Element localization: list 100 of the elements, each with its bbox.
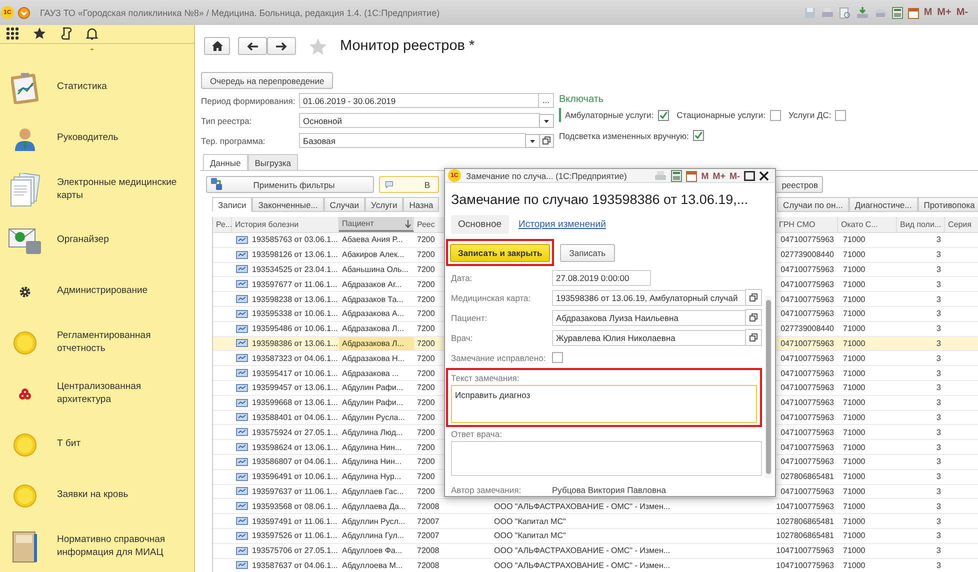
table-cell-text: Абдразаков Аг... [341,278,403,291]
table-cell: 193587323 от 04.06.1... [252,354,338,363]
table-cell-text: Абдуллин Русл... [341,516,406,528]
table-cell-text: Абдразакова ... [341,368,400,380]
table-cell-text: 7200 [416,280,435,289]
table-cell-text: 71000 [842,531,866,540]
table-cell-text: 047100775963 [780,368,835,378]
table-cell-text: 7200 [416,309,435,318]
table-cell-text: 047100775963 [780,309,835,318]
table-cell-text: Абдулин Рафи... [341,382,404,394]
table-cell-text: Абакиров Алек... [341,249,406,262]
table-cell-text: 72008 [416,546,440,556]
table-cell-text: 3 [936,428,942,437]
field-label: Медицинская карта: [451,292,532,302]
table-cell-text: ООО "АЛЬФАСТРАХОВАНИЕ - ОМС" - Измен... [493,546,670,556]
table-cell-text: Абдулина Нин... [341,442,403,454]
table-cell-text: 047100775963 [780,457,835,466]
table-cell-text: 71000 [842,428,866,437]
table-cell-text: 047100775963 [780,428,835,437]
table-cell-text: Абдулин Русла... [341,412,406,424]
table-cell: 193596491 от 10.06.1... [252,472,338,482]
page-title: Монитор реестров * [340,38,475,54]
table-cell-text: 047100775963 [780,235,835,244]
table-cell-text: 047100775963 [780,338,835,348]
checkbox-label: Стационарные услуги: [676,110,766,120]
table-cell-text: 71000 [842,398,866,408]
table-cell-text: 047100775963 [780,354,835,363]
table-cell: 193598624 от 13.06.1... [252,442,338,452]
field-label: Автор замечания: [451,484,522,494]
field-label: Тер. программа: [201,136,266,146]
table-cell-text: Абдулина Люд... [341,426,404,439]
table-cell-text: ООО "АЛЬФАСТРАХОВАНИЕ - ОМС" - Измен... [493,502,670,511]
table-cell-text: 71000 [842,250,866,260]
table-cell-text: 047100775963 [780,442,835,452]
table-cell: 193598126 от 13.06.1... [252,250,338,260]
table-cell: 193595338 от 10.06.1... [252,309,338,318]
table-cell-text: 7200 [416,338,435,348]
table-cell: 193599668 от 13.06.1... [252,398,338,408]
table-cell-text: 3 [936,531,942,540]
dialog-heading: Замечание по случаю 193598386 от 13.06.19,... [451,192,750,207]
table-cell-text: 3 [936,264,942,274]
table-cell-text: 3 [936,309,942,318]
table-cell-text: 3 [936,516,942,526]
table-cell-text: 027806865481 [780,472,835,482]
table-cell-text: 71000 [842,338,866,348]
table-cell-text: Абдулин Рафи... [341,397,404,410]
table-cell: 193597491 от 11.06.1... [252,516,338,526]
table-cell-text: 3 [936,457,942,466]
table-cell-text: 71000 [842,309,866,318]
table-cell-text: 1027806865481 [776,531,835,540]
table-cell-text: 1047100775963 [776,560,835,570]
table-cell-text: 047100775963 [780,264,835,274]
table-cell-text: 7200 [416,442,435,452]
table-cell-text: 047100775963 [780,486,835,496]
table-cell-text: 71000 [842,294,866,304]
field-label: Текст замечания: [451,373,520,383]
checkbox-label: Замечание исправлено: [451,352,547,362]
table-cell-text: 71000 [842,486,866,496]
table-cell: 193598238 от 13.06.1... [252,294,338,304]
table-cell-text: 3 [936,324,942,334]
table-cell-text: Абдуллоев Фа... [341,545,404,558]
table-cell-text: 7200 [416,368,435,378]
table-cell-text: 71000 [842,368,866,378]
table-cell: 193597526 от 11.06.1... [252,531,338,540]
table-cell-text: 71000 [842,412,866,422]
table-cell-text: ООО "Капитал МС" [493,531,566,540]
table-cell: 193597677 от 11.06.1... [252,280,338,289]
table-cell: 193575924 от 27.05.1... [252,428,338,437]
table-cell-text: 72007 [416,531,440,540]
table-cell-text: 3 [936,472,942,482]
table-cell-text: 7200 [416,324,435,334]
table-cell-text: 3 [936,486,942,496]
table-cell-text: 7200 [416,264,435,274]
section-title: Включать [559,94,605,105]
table-cell-text: 1047100775963 [776,546,835,556]
table-cell: 193587637 от 04.06.1... [252,560,338,570]
table-cell-text: 3 [936,294,942,304]
table-cell-text: Абаева Ания Р... [341,234,404,246]
table-cell-text: 71000 [842,546,866,556]
table-cell-text: 7200 [416,294,435,304]
table-cell-text: 7200 [416,235,435,244]
table-cell-text: 047100775963 [780,383,835,392]
table-cell: 193597637 от 11.06.1... [252,486,338,496]
table-cell: 193599457 от 13.06.1... [252,383,338,392]
table-cell-text: Абдуллаев Гас... [341,486,405,498]
table-cell-text: 71000 [842,516,866,526]
table-cell: 193575706 от 27.05.1... [252,546,338,556]
table-cell-text: 027739008440 [780,324,835,334]
table-cell-text: 1047100775963 [776,502,835,511]
window-title: ГАУЗ ТО «Городская поликлиника №8» / Медицина. Больница, редакция 1.4. (1С:Предприятие) [40,8,440,18]
table-cell-text: 7200 [416,457,435,466]
table-cell-text: Абдулина Нур... [341,471,402,484]
checkbox-label: Услуги ДС: [788,110,832,120]
table-cell: 193586807 от 04.06.1... [252,457,338,466]
table-cell-text: 71000 [842,442,866,452]
table-cell-text: 1027806865481 [776,516,835,526]
table-cell-text: 7200 [416,428,435,437]
table-cell-text: Абдуллина Гул... [341,530,405,542]
table-cell-text: 71000 [842,280,866,289]
table-cell-text: 3 [936,280,942,289]
